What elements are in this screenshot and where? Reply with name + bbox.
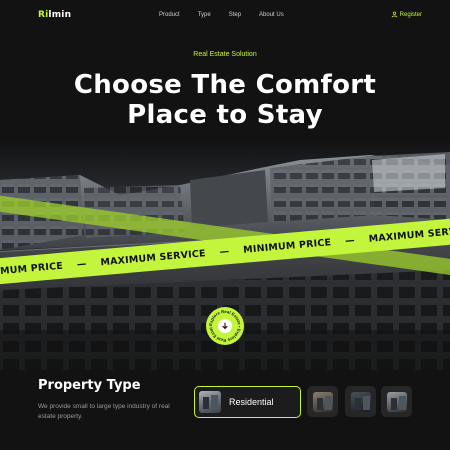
brand-logo[interactable]: Rilmin: [38, 10, 71, 20]
type-option-label: Residential: [229, 397, 274, 407]
type-option-tile[interactable]: [307, 386, 338, 417]
building-thumbnail: [350, 391, 371, 412]
user-plus-icon: [391, 11, 397, 18]
hero-headline-line-1: Choose The Comfort: [73, 70, 377, 100]
ribbon-text: MINIMUM PRICE: [0, 260, 64, 279]
ribbon-separator: —: [219, 245, 230, 258]
register-label: Register: [399, 11, 422, 18]
building-thumbnail: [312, 391, 333, 412]
type-option-tile[interactable]: [345, 386, 376, 417]
ribbon-separator: —: [344, 234, 356, 247]
nav-link-type[interactable]: Type: [198, 12, 211, 18]
ribbon-text: MAXIMUM SERVICE: [368, 224, 450, 245]
hero-headline: Choose The Comfort Place to Stay: [0, 70, 450, 130]
hero-eyebrow: Real Estate Solution: [193, 51, 257, 58]
building-thumbnail: [386, 391, 407, 412]
nav-link-about-us[interactable]: About Us: [259, 12, 284, 18]
property-type-description: We provide small to large type industry …: [38, 403, 170, 420]
logo-accent-text: Ri: [38, 10, 49, 20]
ribbon-text: MINIMUM PRICE: [242, 236, 332, 256]
scroll-down-badge[interactable]: Explore Real Estate • Explore Real Estat…: [206, 307, 244, 345]
type-option-residential[interactable]: Residential: [194, 386, 301, 418]
type-option-tile[interactable]: [381, 386, 412, 417]
main-nav: Product Type Step About Us: [159, 12, 284, 18]
nav-link-step[interactable]: Step: [229, 12, 241, 18]
register-button[interactable]: Register: [391, 11, 422, 18]
arrow-down-icon: [218, 319, 232, 333]
top-navigation-bar: Rilmin Product Type Step About Us Regist…: [0, 0, 450, 32]
ribbon-text: MAXIMUM SERVICE: [99, 247, 207, 268]
hero-headline-line-2: Place to Stay: [127, 100, 323, 130]
logo-text: lmin: [48, 10, 72, 20]
property-type-heading: Property Type: [38, 378, 141, 393]
building-thumbnail: [199, 391, 221, 413]
nav-link-product[interactable]: Product: [159, 12, 180, 18]
ribbon-separator: —: [76, 258, 88, 270]
